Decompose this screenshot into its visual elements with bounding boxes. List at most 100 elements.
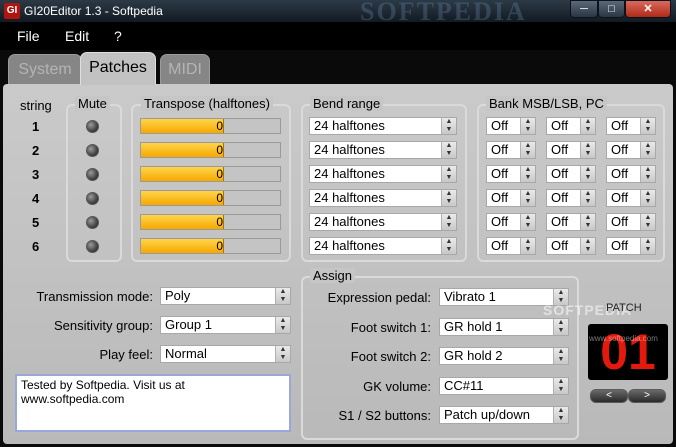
bend-range-select[interactable]: 24 halftones ▲ ▼ (309, 165, 457, 183)
transpose-slider[interactable]: 0 (140, 238, 281, 254)
bank-msb-select[interactable]: Off ▲ ▼ (486, 141, 536, 159)
bank-msb-select[interactable]: Off ▲ ▼ (486, 237, 536, 255)
string-number: 3 (32, 167, 40, 182)
spin-arrows-icon[interactable]: ▲ ▼ (580, 118, 595, 134)
setting-select[interactable]: Poly ▲ ▼ (160, 287, 291, 305)
close-button[interactable]: ✕ (625, 0, 671, 18)
spin-arrows-icon[interactable]: ▲ ▼ (580, 238, 595, 254)
transpose-slider[interactable]: 0 (140, 190, 281, 206)
bend-range-select[interactable]: 24 halftones ▲ ▼ (309, 213, 457, 231)
patch-prev-button[interactable]: < (590, 389, 628, 403)
bank-msb-select[interactable]: Off ▲ ▼ (486, 165, 536, 183)
bank-msb-select-value: Off (491, 142, 509, 157)
spin-arrows-icon[interactable]: ▲ ▼ (520, 190, 535, 206)
assign-label: Expression pedal: (327, 290, 431, 305)
spin-arrows-icon[interactable]: ▲ ▼ (640, 238, 655, 254)
spin-arrows-icon[interactable]: ▲ ▼ (520, 118, 535, 134)
bank-lsb-select[interactable]: Off ▲ ▼ (546, 189, 596, 207)
transpose-slider[interactable]: 0 (140, 214, 281, 230)
maximize-button[interactable]: □ (598, 0, 625, 18)
mute-toggle[interactable] (86, 168, 99, 181)
transpose-slider[interactable]: 0 (140, 142, 281, 158)
spin-arrows-icon[interactable]: ▲ ▼ (553, 407, 568, 423)
menu-file[interactable]: File (17, 28, 40, 44)
assign-select[interactable]: GR hold 2 ▲ ▼ (439, 347, 569, 365)
spin-arrows-icon[interactable]: ▲ ▼ (640, 190, 655, 206)
spin-arrows-icon[interactable]: ▲ ▼ (553, 377, 568, 394)
patch-memo-textarea[interactable]: Tested by Softpedia. Visit us at www.sof… (15, 374, 291, 432)
transpose-slider[interactable]: 0 (140, 166, 281, 182)
assign-select[interactable]: CC#11 ▲ ▼ (439, 376, 569, 395)
spin-arrows-icon[interactable]: ▲ ▼ (640, 118, 655, 134)
spin-arrows-icon[interactable]: ▲ ▼ (441, 118, 456, 134)
spin-arrows-icon[interactable]: ▲ ▼ (640, 214, 655, 230)
bank-msb-select[interactable]: Off ▲ ▼ (486, 117, 536, 135)
setting-label: Sensitivity group: (54, 318, 153, 333)
spin-arrows-icon[interactable]: ▲ ▼ (580, 166, 595, 182)
bank-msb-select[interactable]: Off ▲ ▼ (486, 189, 536, 207)
memo-line-2: www.softpedia.com (21, 392, 125, 406)
bend-range-select-value: 24 halftones (314, 166, 385, 181)
program-change-select[interactable]: Off ▲ ▼ (606, 237, 656, 255)
spin-arrows-icon[interactable]: ▲ ▼ (640, 142, 655, 158)
mute-toggle[interactable] (86, 120, 99, 133)
bend-range-select[interactable]: 24 halftones ▲ ▼ (309, 117, 457, 135)
assign-label: GK volume: (363, 378, 431, 394)
menu-edit[interactable]: Edit (65, 28, 89, 44)
minimize-button[interactable]: ─ (570, 0, 598, 18)
bend-range-select[interactable]: 24 halftones ▲ ▼ (309, 189, 457, 207)
bank-header: Bank MSB/LSB, PC (486, 96, 607, 111)
mute-toggle[interactable] (86, 216, 99, 229)
mute-toggle[interactable] (86, 192, 99, 205)
patch-next-button[interactable]: > (628, 389, 666, 403)
tab-patches[interactable]: Patches (80, 52, 156, 85)
spin-arrows-icon[interactable]: ▲ ▼ (441, 238, 456, 254)
program-change-select[interactable]: Off ▲ ▼ (606, 189, 656, 207)
setting-select[interactable]: Normal ▲ ▼ (160, 345, 291, 363)
bank-lsb-select[interactable]: Off ▲ ▼ (546, 213, 596, 231)
mute-toggle[interactable] (86, 240, 99, 253)
bank-lsb-select[interactable]: Off ▲ ▼ (546, 141, 596, 159)
spin-arrows-icon[interactable]: ▲ ▼ (441, 190, 456, 206)
program-change-select[interactable]: Off ▲ ▼ (606, 165, 656, 183)
spin-arrows-icon[interactable]: ▲ ▼ (275, 288, 290, 304)
transpose-slider[interactable]: 0 (140, 118, 281, 134)
bank-lsb-select[interactable]: Off ▲ ▼ (546, 165, 596, 183)
spin-arrows-icon[interactable]: ▲ ▼ (441, 166, 456, 182)
spin-arrows-icon[interactable]: ▲ ▼ (275, 346, 290, 362)
spin-arrows-icon[interactable]: ▲ ▼ (553, 318, 568, 335)
program-change-select[interactable]: Off ▲ ▼ (606, 117, 656, 135)
setting-select[interactable]: Group 1 ▲ ▼ (160, 316, 291, 334)
bank-lsb-select[interactable]: Off ▲ ▼ (546, 237, 596, 255)
bend-range-select[interactable]: 24 halftones ▲ ▼ (309, 237, 457, 255)
spin-arrows-icon[interactable]: ▲ ▼ (441, 214, 456, 230)
menu-help[interactable]: ? (114, 28, 122, 44)
spin-arrows-icon[interactable]: ▲ ▼ (640, 166, 655, 182)
spin-arrows-icon[interactable]: ▲ ▼ (520, 142, 535, 158)
transpose-value: 0 (216, 215, 223, 229)
bend-range-select[interactable]: 24 halftones ▲ ▼ (309, 141, 457, 159)
spin-arrows-icon[interactable]: ▲ ▼ (553, 348, 568, 364)
title-bar[interactable]: GI GI20Editor 1.3 - Softpedia SOFTPEDIA … (0, 0, 676, 26)
spin-arrows-icon[interactable]: ▲ ▼ (520, 166, 535, 182)
mute-toggle[interactable] (86, 144, 99, 157)
assign-label: Foot switch 1: (350, 319, 431, 335)
spin-arrows-icon[interactable]: ▲ ▼ (520, 214, 535, 230)
string-number: 4 (32, 191, 40, 206)
spin-arrows-icon[interactable]: ▲ ▼ (441, 142, 456, 158)
tab-system[interactable]: System (8, 54, 82, 84)
spin-arrows-icon[interactable]: ▲ ▼ (520, 238, 535, 254)
spin-arrows-icon[interactable]: ▲ ▼ (580, 142, 595, 158)
spin-arrows-icon[interactable]: ▲ ▼ (580, 190, 595, 206)
program-change-select[interactable]: Off ▲ ▼ (606, 141, 656, 159)
program-change-select[interactable]: Off ▲ ▼ (606, 213, 656, 231)
setting-select-value: Normal (165, 346, 207, 361)
bank-lsb-select[interactable]: Off ▲ ▼ (546, 117, 596, 135)
bank-msb-select[interactable]: Off ▲ ▼ (486, 213, 536, 231)
assign-select[interactable]: GR hold 1 ▲ ▼ (439, 317, 569, 336)
assign-select[interactable]: Patch up/down ▲ ▼ (439, 406, 569, 424)
spin-arrows-icon[interactable]: ▲ ▼ (580, 214, 595, 230)
tab-midi[interactable]: MIDI (160, 54, 210, 84)
spin-arrows-icon[interactable]: ▲ ▼ (275, 317, 290, 333)
setting-label: Transmission mode: (36, 289, 153, 304)
